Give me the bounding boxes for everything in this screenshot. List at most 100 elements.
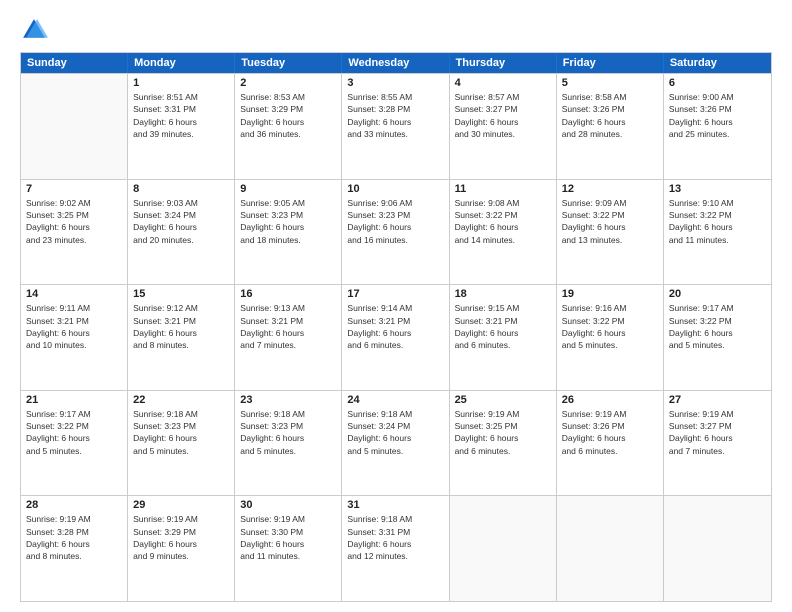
calendar-day-cell: 4 Sunrise: 8:57 AM Sunset: 3:27 PM Daylig… <box>450 74 557 179</box>
day-info: Sunrise: 9:19 AM Sunset: 3:27 PM Dayligh… <box>669 408 766 457</box>
day-info: Sunrise: 9:03 AM Sunset: 3:24 PM Dayligh… <box>133 197 229 246</box>
calendar-week-row: 28 Sunrise: 9:19 AM Sunset: 3:28 PM Dayli… <box>21 495 771 601</box>
day-info: Sunrise: 9:19 AM Sunset: 3:28 PM Dayligh… <box>26 513 122 562</box>
calendar-day-cell: 22 Sunrise: 9:18 AM Sunset: 3:23 PM Dayli… <box>128 391 235 496</box>
calendar-day-cell: 27 Sunrise: 9:19 AM Sunset: 3:27 PM Dayli… <box>664 391 771 496</box>
day-number: 21 <box>26 394 122 406</box>
day-number: 13 <box>669 183 766 195</box>
day-number: 14 <box>26 288 122 300</box>
day-info: Sunrise: 9:12 AM Sunset: 3:21 PM Dayligh… <box>133 302 229 351</box>
day-info: Sunrise: 9:14 AM Sunset: 3:21 PM Dayligh… <box>347 302 443 351</box>
day-number: 30 <box>240 499 336 511</box>
day-number: 19 <box>562 288 658 300</box>
calendar-day-cell: 26Sunrise: 9:19 AM Sunset: 3:26 PM Dayli… <box>557 391 664 496</box>
day-number: 3 <box>347 77 443 89</box>
calendar-day-cell <box>557 496 664 601</box>
day-number: 8 <box>133 183 229 195</box>
calendar-day-cell: 5 Sunrise: 8:58 AM Sunset: 3:26 PM Daylig… <box>557 74 664 179</box>
day-number: 4 <box>455 77 551 89</box>
day-number: 1 <box>133 77 229 89</box>
day-info: Sunrise: 9:02 AM Sunset: 3:25 PM Dayligh… <box>26 197 122 246</box>
calendar-day-cell: 13 Sunrise: 9:10 AM Sunset: 3:22 PM Dayli… <box>664 180 771 285</box>
day-info: Sunrise: 9:19 AM Sunset: 3:25 PM Dayligh… <box>455 408 551 457</box>
calendar-day-cell: 15Sunrise: 9:12 AM Sunset: 3:21 PM Dayli… <box>128 285 235 390</box>
day-info: Sunrise: 9:18 AM Sunset: 3:24 PM Dayligh… <box>347 408 443 457</box>
day-info: Sunrise: 8:57 AM Sunset: 3:27 PM Dayligh… <box>455 91 551 140</box>
day-number: 31 <box>347 499 443 511</box>
day-number: 5 <box>562 77 658 89</box>
calendar: SundayMondayTuesdayWednesdayThursdayFrid… <box>20 52 772 602</box>
calendar-week-row: 21 Sunrise: 9:17 AM Sunset: 3:22 PM Dayli… <box>21 390 771 496</box>
day-info: Sunrise: 9:18 AM Sunset: 3:23 PM Dayligh… <box>240 408 336 457</box>
day-info: Sunrise: 9:19 AM Sunset: 3:29 PM Dayligh… <box>133 513 229 562</box>
calendar-header-cell: Sunday <box>21 53 128 73</box>
calendar-day-cell: 24 Sunrise: 9:18 AM Sunset: 3:24 PM Dayli… <box>342 391 449 496</box>
day-info: Sunrise: 9:00 AM Sunset: 3:26 PM Dayligh… <box>669 91 766 140</box>
calendar-day-cell: 16 Sunrise: 9:13 AM Sunset: 3:21 PM Dayli… <box>235 285 342 390</box>
day-number: 29 <box>133 499 229 511</box>
day-info: Sunrise: 9:10 AM Sunset: 3:22 PM Dayligh… <box>669 197 766 246</box>
calendar-day-cell: 31 Sunrise: 9:18 AM Sunset: 3:31 PM Dayli… <box>342 496 449 601</box>
calendar-day-cell: 28 Sunrise: 9:19 AM Sunset: 3:28 PM Dayli… <box>21 496 128 601</box>
calendar-day-cell: 8 Sunrise: 9:03 AM Sunset: 3:24 PM Daylig… <box>128 180 235 285</box>
day-info: Sunrise: 8:53 AM Sunset: 3:29 PM Dayligh… <box>240 91 336 140</box>
day-info: Sunrise: 9:19 AM Sunset: 3:26 PM Dayligh… <box>562 408 658 457</box>
calendar-day-cell <box>664 496 771 601</box>
calendar-day-cell: 29 Sunrise: 9:19 AM Sunset: 3:29 PM Dayli… <box>128 496 235 601</box>
calendar-day-cell: 25 Sunrise: 9:19 AM Sunset: 3:25 PM Dayli… <box>450 391 557 496</box>
day-info: Sunrise: 8:55 AM Sunset: 3:28 PM Dayligh… <box>347 91 443 140</box>
calendar-header-cell: Monday <box>128 53 235 73</box>
calendar-day-cell: 11Sunrise: 9:08 AM Sunset: 3:22 PM Dayli… <box>450 180 557 285</box>
logo <box>20 16 52 44</box>
calendar-header-cell: Wednesday <box>342 53 449 73</box>
day-number: 6 <box>669 77 766 89</box>
calendar-day-cell: 6 Sunrise: 9:00 AM Sunset: 3:26 PM Daylig… <box>664 74 771 179</box>
day-number: 7 <box>26 183 122 195</box>
day-info: Sunrise: 9:17 AM Sunset: 3:22 PM Dayligh… <box>26 408 122 457</box>
day-number: 9 <box>240 183 336 195</box>
day-number: 2 <box>240 77 336 89</box>
calendar-week-row: 1 Sunrise: 8:51 AM Sunset: 3:31 PM Daylig… <box>21 73 771 179</box>
day-info: Sunrise: 9:15 AM Sunset: 3:21 PM Dayligh… <box>455 302 551 351</box>
calendar-day-cell: 2 Sunrise: 8:53 AM Sunset: 3:29 PM Daylig… <box>235 74 342 179</box>
calendar-body: 1 Sunrise: 8:51 AM Sunset: 3:31 PM Daylig… <box>21 73 771 601</box>
page: SundayMondayTuesdayWednesdayThursdayFrid… <box>0 0 792 612</box>
day-info: Sunrise: 9:05 AM Sunset: 3:23 PM Dayligh… <box>240 197 336 246</box>
calendar-header-cell: Friday <box>557 53 664 73</box>
day-info: Sunrise: 9:18 AM Sunset: 3:23 PM Dayligh… <box>133 408 229 457</box>
day-number: 25 <box>455 394 551 406</box>
calendar-day-cell: 20Sunrise: 9:17 AM Sunset: 3:22 PM Dayli… <box>664 285 771 390</box>
day-number: 10 <box>347 183 443 195</box>
calendar-day-cell: 23Sunrise: 9:18 AM Sunset: 3:23 PM Dayli… <box>235 391 342 496</box>
calendar-day-cell: 18 Sunrise: 9:15 AM Sunset: 3:21 PM Dayli… <box>450 285 557 390</box>
day-info: Sunrise: 8:58 AM Sunset: 3:26 PM Dayligh… <box>562 91 658 140</box>
day-info: Sunrise: 9:13 AM Sunset: 3:21 PM Dayligh… <box>240 302 336 351</box>
day-info: Sunrise: 9:16 AM Sunset: 3:22 PM Dayligh… <box>562 302 658 351</box>
day-info: Sunrise: 9:19 AM Sunset: 3:30 PM Dayligh… <box>240 513 336 562</box>
calendar-day-cell <box>450 496 557 601</box>
calendar-day-cell: 14 Sunrise: 9:11 AM Sunset: 3:21 PM Dayli… <box>21 285 128 390</box>
calendar-week-row: 14 Sunrise: 9:11 AM Sunset: 3:21 PM Dayli… <box>21 284 771 390</box>
day-info: Sunrise: 9:08 AM Sunset: 3:22 PM Dayligh… <box>455 197 551 246</box>
calendar-header-cell: Thursday <box>450 53 557 73</box>
logo-icon <box>20 16 48 44</box>
day-info: Sunrise: 9:11 AM Sunset: 3:21 PM Dayligh… <box>26 302 122 351</box>
calendar-day-cell: 30 Sunrise: 9:19 AM Sunset: 3:30 PM Dayli… <box>235 496 342 601</box>
calendar-day-cell: 1 Sunrise: 8:51 AM Sunset: 3:31 PM Daylig… <box>128 74 235 179</box>
calendar-day-cell: 12Sunrise: 9:09 AM Sunset: 3:22 PM Dayli… <box>557 180 664 285</box>
calendar-header-row: SundayMondayTuesdayWednesdayThursdayFrid… <box>21 53 771 73</box>
day-info: Sunrise: 8:51 AM Sunset: 3:31 PM Dayligh… <box>133 91 229 140</box>
calendar-header-cell: Tuesday <box>235 53 342 73</box>
calendar-day-cell <box>21 74 128 179</box>
day-number: 27 <box>669 394 766 406</box>
day-number: 18 <box>455 288 551 300</box>
header <box>20 16 772 44</box>
calendar-day-cell: 10Sunrise: 9:06 AM Sunset: 3:23 PM Dayli… <box>342 180 449 285</box>
calendar-day-cell: 21 Sunrise: 9:17 AM Sunset: 3:22 PM Dayli… <box>21 391 128 496</box>
day-number: 16 <box>240 288 336 300</box>
day-info: Sunrise: 9:18 AM Sunset: 3:31 PM Dayligh… <box>347 513 443 562</box>
calendar-day-cell: 9 Sunrise: 9:05 AM Sunset: 3:23 PM Daylig… <box>235 180 342 285</box>
day-number: 28 <box>26 499 122 511</box>
day-number: 24 <box>347 394 443 406</box>
day-number: 22 <box>133 394 229 406</box>
